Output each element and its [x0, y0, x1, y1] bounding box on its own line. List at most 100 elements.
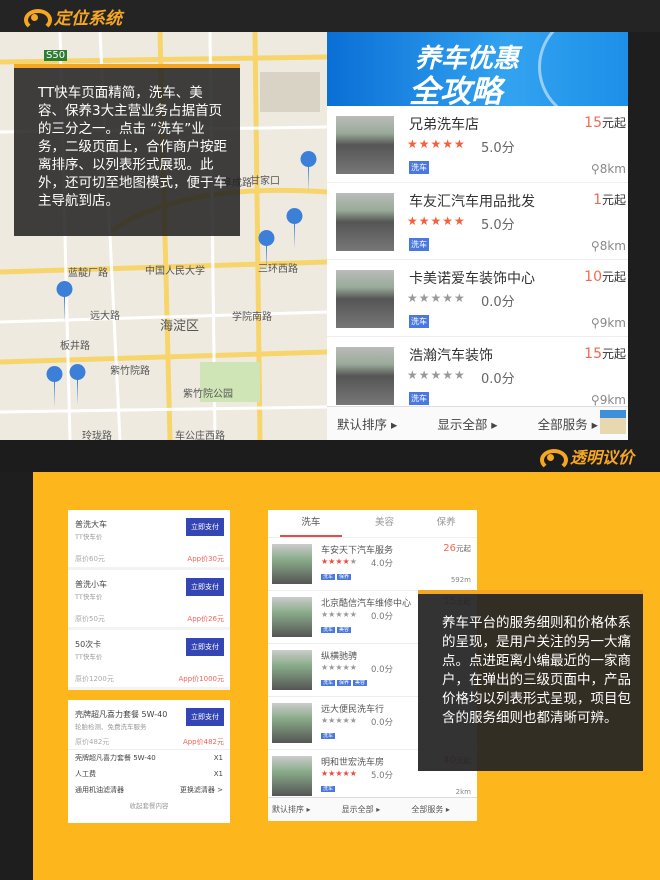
map-toggle-icon[interactable] [600, 410, 626, 434]
map-label: 玲珑路 [82, 431, 112, 440]
service-tag: 洗车 [409, 238, 429, 251]
list-filter-bar: 默认排序 ▸ 显示全部 ▸ 全部服务 ▸ [327, 406, 628, 440]
list-filter-bar: 默认排序 ▸ 显示全部 ▸ 全部服务 ▸ [268, 797, 477, 821]
section2-title: 透明议价 [569, 448, 634, 467]
shop-price: 10元起 [584, 269, 626, 285]
map-label: 学院南路 [232, 312, 272, 323]
promo-banner[interactable]: 养车优惠 全攻略 [327, 32, 628, 106]
shop-name: 兄弟洗车店 [409, 117, 479, 133]
product-sub: TT快车价 [75, 533, 103, 541]
collapse-package-link[interactable]: 收起套餐内容 [68, 800, 230, 810]
shop-item[interactable]: 卡美诺爱车装饰中心 ★★★★★ 0.0分 洗车 10元起 ⚲9km [327, 260, 628, 337]
pay-now-button[interactable]: 立即支付 [186, 518, 224, 536]
shop-name: 北京酷信汽车维修中心 [321, 599, 412, 609]
shop-name: 明和世宏洗车房 [321, 758, 385, 768]
map-label: S50 [44, 50, 68, 61]
tab-beauty[interactable]: 美容 [354, 510, 416, 537]
product-name: 普洗大车 [75, 520, 107, 529]
shop-score: 5.0分 [481, 218, 515, 233]
package-card: 壳牌超凡喜力套餐 5W-40 轮胎检测、免费洗车服务 立即支付 原价482元 A… [68, 700, 230, 823]
service-tags: 洗车 [321, 733, 336, 739]
product-name: 普洗小车 [75, 580, 107, 589]
map-label: 甘家口 [250, 176, 280, 187]
header: 定位系统 [0, 0, 660, 32]
intro-text: TT快车页面精简，洗车、美容、保养3大主营业务占据首页的三分之一。点击 “洗车”… [14, 64, 240, 236]
shop-name: 车安天下汽车服务 [321, 546, 394, 556]
service-tag: 洗车 [409, 161, 429, 174]
rating-stars: ★★★★★ [407, 368, 466, 382]
shop-photo [272, 703, 312, 743]
pay-now-button[interactable]: 立即支付 [186, 708, 224, 726]
section2-header: 透明议价 [0, 440, 660, 472]
logo-icon [22, 6, 52, 31]
shop-price: 26元起 [443, 543, 471, 554]
package-line: 壳牌超凡喜力套餐 5W-40 X1 [75, 754, 223, 762]
service-tags: 洗车 美容 [321, 627, 352, 633]
map-label: 海淀区 [160, 319, 200, 334]
pay-now-button[interactable]: 立即支付 [186, 578, 224, 596]
package-sub: 轮胎检测、免费洗车服务 [75, 723, 147, 731]
original-price: 原价1200元 [75, 675, 114, 683]
shop-item[interactable]: 车友汇汽车用品批发 ★★★★★ 5.0分 洗车 1元起 ⚲8km [327, 183, 628, 260]
product-item: 普洗小车 TT快车价 立即支付 原价50元 App价26元 [68, 570, 230, 630]
shop-price: 15元起 [584, 115, 626, 131]
shop-score: 0.0分 [371, 665, 394, 675]
shop-score: 0.0分 [481, 295, 515, 310]
category-tabs: 洗车 美容 保养 [268, 510, 477, 538]
product-sub: TT快车价 [75, 593, 103, 601]
rating-stars: ★★★★★ [321, 557, 357, 566]
logo-icon [538, 446, 568, 471]
service-tag: 洗车 [409, 315, 429, 328]
sort-dropdown[interactable]: 默认排序 ▸ [327, 414, 427, 433]
show-all-dropdown[interactable]: 显示全部 ▸ [427, 414, 527, 433]
tab-maintenance[interactable]: 保养 [415, 510, 477, 537]
shop-photo [336, 193, 394, 251]
shop-score: 0.0分 [371, 612, 394, 622]
app-price: App价1000元 [178, 675, 225, 683]
shop-name: 车友汇汽车用品批发 [409, 194, 535, 210]
rating-stars: ★★★★★ [321, 716, 357, 725]
shop-distance: 2km [455, 788, 471, 796]
shop-distance: ⚲9km [590, 393, 626, 407]
shop-list[interactable]: 兄弟洗车店 ★★★★★ 5.0分 洗车 15元起 ⚲8km 车友汇汽车用品批发 … [327, 106, 628, 440]
shop-item[interactable]: 车安天下汽车服务 ★★★★★ 4.0分 洗车 保养 26元起 592m [268, 538, 477, 591]
rating-stars: ★★★★★ [407, 214, 466, 228]
shop-item[interactable]: 兄弟洗车店 ★★★★★ 5.0分 洗车 15元起 ⚲8km [327, 106, 628, 183]
rating-stars: ★★★★★ [321, 610, 357, 619]
app-price: App价482元 [182, 738, 224, 746]
original-price: 原价50元 [75, 615, 105, 623]
shop-score: 0.0分 [371, 718, 394, 728]
description-text: 养车平台的服务细则和价格体系的呈现，是用户关注的另一大痛点。点进距离小编最近的一… [418, 590, 643, 771]
original-price: 原价60元 [75, 555, 105, 563]
shop-distance: 592m [450, 576, 471, 584]
shop-distance: ⚲9km [590, 316, 626, 330]
shop-photo [272, 597, 312, 637]
package-line: 人工费 X1 [75, 770, 223, 778]
shop-distance: ⚲8km [590, 162, 626, 176]
map-label: 中国人民大学 [145, 266, 205, 277]
service-tags: 洗车 保养 美容 [321, 680, 368, 686]
rating-stars: ★★★★★ [407, 137, 466, 151]
map-label: 紫竹院公园 [183, 389, 233, 400]
pay-now-button[interactable]: 立即支付 [186, 638, 224, 656]
product-name: 50次卡 [75, 640, 102, 649]
shop-photo [336, 347, 394, 405]
tab-wash[interactable]: 洗车 [280, 510, 342, 537]
shop-item[interactable]: 浩瀚汽车装饰 ★★★★★ 0.0分 洗车 15元起 ⚲9km [327, 337, 628, 414]
app-price: App价26元 [187, 615, 224, 623]
map-label: 远大路 [90, 311, 120, 322]
package-name: 壳牌超凡喜力套餐 5W-40 [75, 710, 168, 719]
shop-photo [272, 650, 312, 690]
shop-price: 15元起 [584, 346, 626, 362]
shop-score: 5.0分 [371, 771, 394, 781]
product-card: 普洗大车 TT快车价 立即支付 原价60元 App价30元 普洗小车 TT快车价… [68, 510, 230, 690]
sort-dropdown[interactable]: 默认排序 ▸ [268, 804, 338, 815]
services-dropdown[interactable]: 全部服务 ▸ [407, 804, 477, 815]
shop-score: 4.0分 [371, 559, 394, 569]
map-label: 蓝靛厂路 [68, 268, 108, 279]
shop-photo [272, 756, 312, 796]
shop-name: 卡美诺爱车装饰中心 [409, 271, 535, 287]
shop-photo [336, 270, 394, 328]
show-all-dropdown[interactable]: 显示全部 ▸ [338, 804, 408, 815]
product-item: 50次卡 TT快车价 立即支付 原价1200元 App价1000元 [68, 630, 230, 690]
